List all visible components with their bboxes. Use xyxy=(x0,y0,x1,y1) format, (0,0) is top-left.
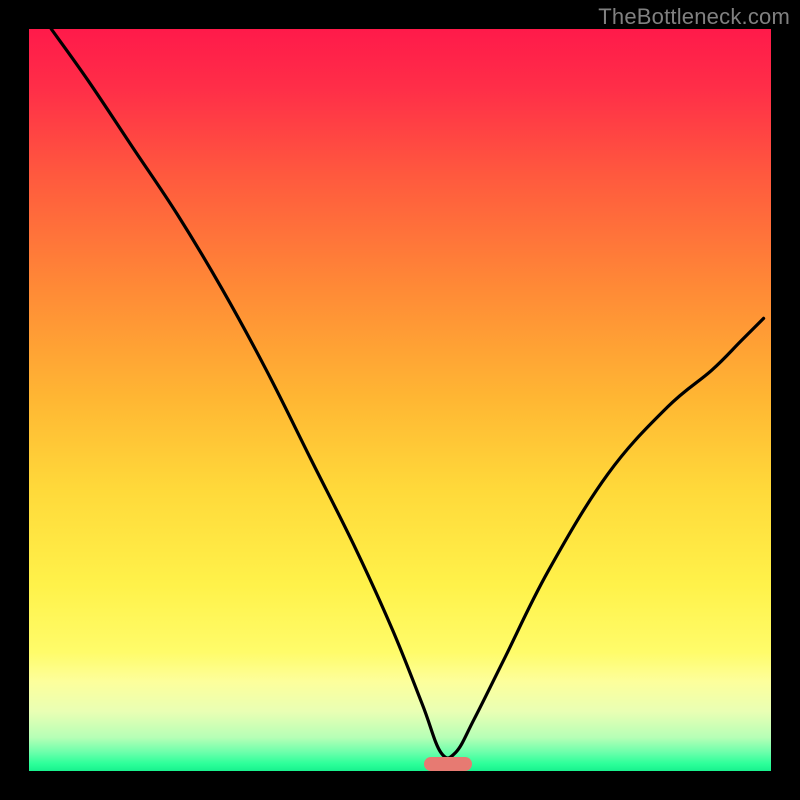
bottleneck-curve xyxy=(29,29,771,771)
chart-frame: TheBottleneck.com xyxy=(0,0,800,800)
watermark-text: TheBottleneck.com xyxy=(598,4,790,30)
plot-area xyxy=(29,29,771,771)
optimum-marker xyxy=(424,757,472,771)
